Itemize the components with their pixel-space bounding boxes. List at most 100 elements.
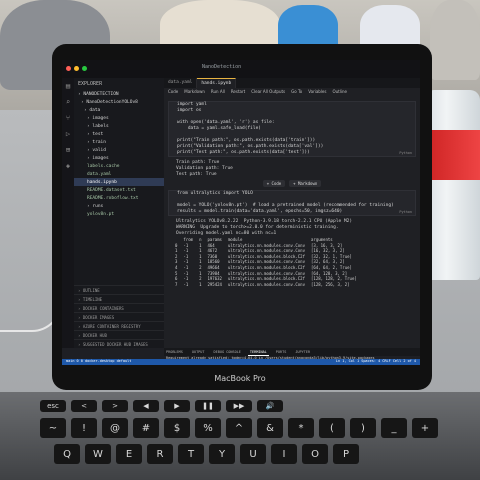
touch-bar-key[interactable]: ❚❚ bbox=[195, 400, 221, 412]
key[interactable]: E bbox=[116, 444, 142, 464]
key[interactable]: O bbox=[302, 444, 328, 464]
explorer-header: EXPLORER bbox=[78, 81, 103, 87]
table-row: 6 -1 2 197632 ultralytics.nn.modules.block.C… bbox=[172, 276, 360, 282]
tree-item[interactable]: README.dataset.txt bbox=[74, 186, 164, 194]
touch-bar-key[interactable]: ▶▶ bbox=[226, 400, 252, 412]
tree-item[interactable]: yolov8n.pt bbox=[74, 210, 164, 218]
table-cell: ultralytics.nn.modules.conv.Conv bbox=[227, 248, 305, 254]
key[interactable]: Q bbox=[54, 444, 80, 464]
table-cell: ultralytics.nn.modules.block.C2f bbox=[227, 276, 305, 282]
key[interactable]: P bbox=[333, 444, 359, 464]
tree-item[interactable]: › runs bbox=[74, 202, 164, 210]
key[interactable]: % bbox=[195, 418, 221, 438]
extensions-icon[interactable]: ⊞ bbox=[62, 146, 74, 158]
tree-item[interactable]: › images bbox=[74, 154, 164, 162]
files-icon[interactable]: ▤ bbox=[62, 82, 74, 94]
key[interactable]: & bbox=[257, 418, 283, 438]
tree-item[interactable]: › images bbox=[74, 114, 164, 122]
minimize-dot[interactable] bbox=[74, 66, 79, 71]
panel-tab[interactable]: PORTS bbox=[274, 348, 289, 356]
cell-1-output: Train path: True Validation path: True Tes… bbox=[168, 160, 420, 178]
key[interactable]: ~ bbox=[40, 418, 66, 438]
tree-item[interactable]: labels.cache bbox=[74, 162, 164, 170]
key[interactable]: @ bbox=[102, 418, 128, 438]
sidebar-section[interactable]: › DOCKER CONTAINERS bbox=[74, 303, 164, 312]
window-controls[interactable] bbox=[66, 66, 87, 71]
sidebar-section[interactable]: › DOCKER IMAGES bbox=[74, 312, 164, 321]
key[interactable]: ) bbox=[350, 418, 376, 438]
tree-item[interactable]: › test bbox=[74, 130, 164, 138]
key[interactable]: * bbox=[288, 418, 314, 438]
table-cell: [128, 256, 3, 2] bbox=[311, 281, 350, 287]
touch-bar-key[interactable]: ◀ bbox=[133, 400, 159, 412]
key[interactable]: W bbox=[85, 444, 111, 464]
tree-item[interactable]: › NANODETECTION bbox=[74, 90, 164, 98]
key[interactable]: ! bbox=[71, 418, 97, 438]
tree-item[interactable]: › data bbox=[74, 106, 164, 114]
toolbar-button[interactable]: Go To bbox=[291, 89, 302, 97]
touch-bar-key[interactable]: ▶ bbox=[164, 400, 190, 412]
tree-item[interactable]: › valid bbox=[74, 146, 164, 154]
run-debug-icon[interactable]: ▷ bbox=[62, 130, 74, 142]
toolbar-button[interactable]: Restart bbox=[231, 89, 245, 97]
tree-item[interactable]: README.roboflow.txt bbox=[74, 194, 164, 202]
key[interactable]: ^ bbox=[226, 418, 252, 438]
panel-tab[interactable]: TERMINAL bbox=[247, 348, 269, 356]
code-cell-1[interactable]: import yaml import os with open('data.yam… bbox=[168, 101, 416, 157]
editor-tab[interactable]: data.yaml bbox=[164, 78, 198, 88]
toolbar-button[interactable]: Markdown bbox=[184, 89, 205, 97]
touch-bar-key[interactable]: < bbox=[71, 400, 97, 412]
sidebar-section[interactable]: › SUGGESTED DOCKER HUB IMAGES bbox=[74, 339, 164, 348]
laptop-brand: MacBook Pro bbox=[214, 374, 266, 383]
key[interactable]: # bbox=[133, 418, 159, 438]
add-cell-button[interactable]: + Markdown bbox=[289, 180, 322, 187]
tree-item[interactable]: hands.ipynb bbox=[74, 178, 164, 186]
panel-tab[interactable]: DEBUG CONSOLE bbox=[212, 348, 243, 356]
tree-item[interactable]: › train bbox=[74, 138, 164, 146]
key[interactable]: R bbox=[147, 444, 173, 464]
key[interactable]: ( bbox=[319, 418, 345, 438]
sidebar-section[interactable]: › AZURE CONTAINER REGISTRY bbox=[74, 321, 164, 330]
toolbar-button[interactable]: Run All bbox=[211, 89, 225, 97]
sidebar-sections: › OUTLINE › TIMELINE › DOCKER CONTAINERS › … bbox=[74, 285, 164, 348]
sidebar-section[interactable]: › TIMELINE bbox=[74, 294, 164, 303]
water-bottle bbox=[424, 90, 480, 280]
key[interactable]: I bbox=[271, 444, 297, 464]
add-cell-buttons: + Code + Markdown bbox=[164, 180, 420, 187]
bottom-panel-tabs: PROBLEMS OUTPUT DEBUG CONSOLE TERMINAL PORTS… bbox=[164, 348, 420, 356]
panel-tab[interactable]: JUPYTER bbox=[293, 348, 312, 356]
toolbar-button[interactable]: Code bbox=[168, 89, 178, 97]
panel-tab[interactable]: PROBLEMS bbox=[164, 348, 185, 356]
status-right[interactable]: Ln 1, Col 1 Spaces: 4 CRLF Cell 2 of 4 bbox=[336, 359, 416, 363]
zoom-dot[interactable] bbox=[82, 66, 87, 71]
status-left[interactable]: main 0 0 docker-desktop default bbox=[66, 359, 131, 363]
toolbar-button[interactable]: Outline bbox=[332, 89, 346, 97]
tree-item[interactable]: data.yaml bbox=[74, 170, 164, 178]
code-cell-2[interactable]: from ultralytics import YOLO model = YOL… bbox=[168, 190, 416, 216]
tree-item[interactable]: › labels bbox=[74, 122, 164, 130]
search-icon[interactable]: ⌕ bbox=[62, 98, 74, 110]
key[interactable]: $ bbox=[164, 418, 190, 438]
table-row: 7 -1 1 295424 ultralytics.nn.modules.conv.Co… bbox=[172, 282, 360, 288]
key[interactable]: T bbox=[178, 444, 204, 464]
key[interactable]: _ bbox=[381, 418, 407, 438]
sidebar-section[interactable]: › DOCKER HUB bbox=[74, 330, 164, 339]
add-cell-button[interactable]: + Code bbox=[262, 180, 286, 187]
panel-tab[interactable]: OUTPUT bbox=[190, 348, 207, 356]
key[interactable]: Y bbox=[209, 444, 235, 464]
toolbar-button[interactable]: Clear All Outputs bbox=[251, 89, 285, 97]
touch-bar-key[interactable]: > bbox=[102, 400, 128, 412]
number-row: ~! @ # $% ^ & *() _ + bbox=[40, 418, 470, 438]
touch-bar-key[interactable]: esc bbox=[40, 400, 66, 412]
toolbar-button[interactable]: Variables bbox=[308, 89, 326, 97]
bottle-label bbox=[424, 130, 480, 180]
close-dot[interactable] bbox=[66, 66, 71, 71]
key[interactable]: + bbox=[412, 418, 438, 438]
tree-item[interactable]: › NanoDetectionYOLOv8 bbox=[74, 98, 164, 106]
docker-icon[interactable]: ◈ bbox=[62, 162, 74, 174]
sidebar-section[interactable]: › OUTLINE bbox=[74, 285, 164, 294]
touch-bar-key[interactable]: 🔊 bbox=[257, 400, 283, 412]
editor-tab[interactable]: hands.ipynb bbox=[197, 78, 237, 88]
key[interactable]: U bbox=[240, 444, 266, 464]
source-control-icon[interactable]: ⑂ bbox=[62, 114, 74, 126]
